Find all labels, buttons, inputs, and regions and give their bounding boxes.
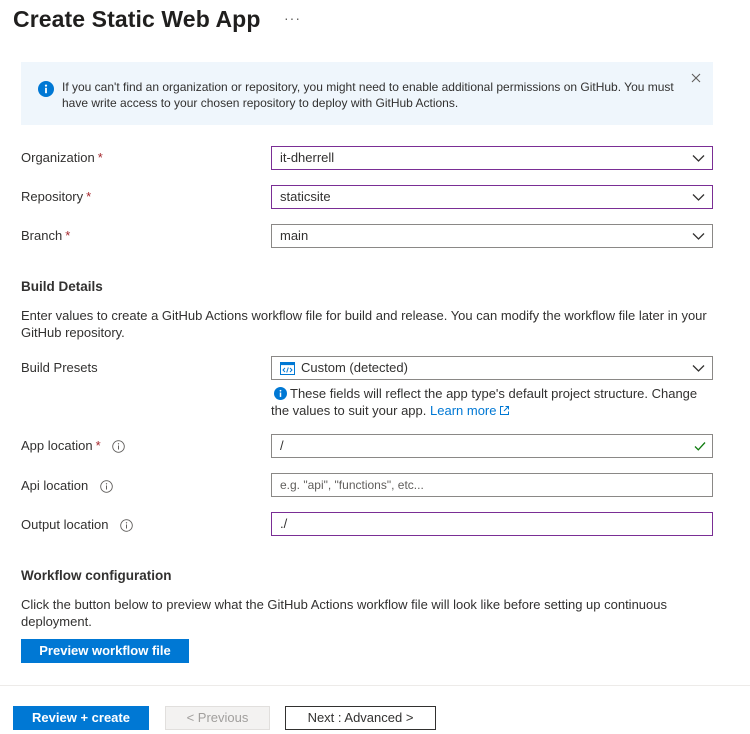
info-tooltip-icon[interactable]	[100, 480, 113, 493]
required-indicator: *	[86, 189, 92, 204]
build-details-description: Enter values to create a GitHub Actions …	[21, 308, 707, 340]
organization-value: it-dherrell	[280, 150, 335, 165]
app-location-label: App location *	[21, 437, 126, 455]
next-advanced-button[interactable]: Next : Advanced >	[285, 706, 436, 730]
checkmark-icon	[694, 442, 706, 451]
chevron-down-icon	[692, 233, 705, 240]
required-indicator: *	[97, 150, 103, 165]
branch-label: Branch *	[21, 228, 71, 243]
code-file-icon	[280, 362, 295, 375]
info-icon	[38, 81, 54, 97]
output-location-input[interactable]: ./	[271, 512, 713, 536]
repository-label: Repository *	[21, 189, 92, 204]
info-tooltip-icon[interactable]	[120, 519, 133, 532]
required-indicator: *	[65, 228, 71, 243]
build-presets-dropdown[interactable]: Custom (detected)	[271, 356, 713, 380]
app-location-value: /	[280, 438, 284, 453]
page-title: Create Static Web App	[13, 6, 261, 32]
chevron-down-icon	[692, 155, 705, 162]
repository-value: staticsite	[280, 189, 331, 204]
chevron-down-icon	[692, 194, 705, 201]
required-indicator: *	[95, 438, 101, 453]
organization-dropdown[interactable]: it-dherrell	[271, 146, 713, 170]
review-create-button[interactable]: Review + create	[13, 706, 149, 730]
external-link-icon	[500, 406, 510, 415]
output-location-label: Output location	[21, 516, 133, 534]
workflow-description: Click the button below to preview what t…	[21, 597, 667, 629]
branch-value: main	[280, 228, 309, 243]
learn-more-link[interactable]: Learn more	[430, 403, 496, 418]
workflow-heading: Workflow configuration	[21, 568, 172, 583]
app-location-input[interactable]: /	[271, 434, 713, 458]
footer-divider	[0, 685, 750, 686]
more-options-icon[interactable]: ···	[284, 10, 301, 26]
info-message-bar: If you can't find an organization or rep…	[21, 62, 713, 125]
organization-label: Organization *	[21, 150, 103, 165]
info-tooltip-icon[interactable]	[112, 440, 126, 453]
preview-workflow-button[interactable]: Preview workflow file	[21, 639, 189, 663]
info-message-text: If you can't find an organization or rep…	[62, 80, 674, 110]
close-icon[interactable]	[691, 73, 701, 83]
repository-dropdown[interactable]: staticsite	[271, 185, 713, 209]
build-presets-hint: These fields will reflect the app type's…	[271, 386, 698, 418]
api-location-input-box[interactable]	[271, 473, 713, 497]
output-location-value: ./	[280, 516, 288, 531]
api-location-label: Api location	[21, 477, 113, 495]
build-presets-value: Custom (detected)	[301, 360, 408, 375]
api-location-input[interactable]	[272, 474, 712, 496]
chevron-down-icon	[692, 365, 705, 372]
build-presets-label: Build Presets	[21, 360, 98, 375]
previous-button[interactable]: < Previous	[165, 706, 270, 730]
branch-dropdown[interactable]: main	[271, 224, 713, 248]
info-icon	[274, 387, 287, 400]
build-details-heading: Build Details	[21, 279, 103, 294]
